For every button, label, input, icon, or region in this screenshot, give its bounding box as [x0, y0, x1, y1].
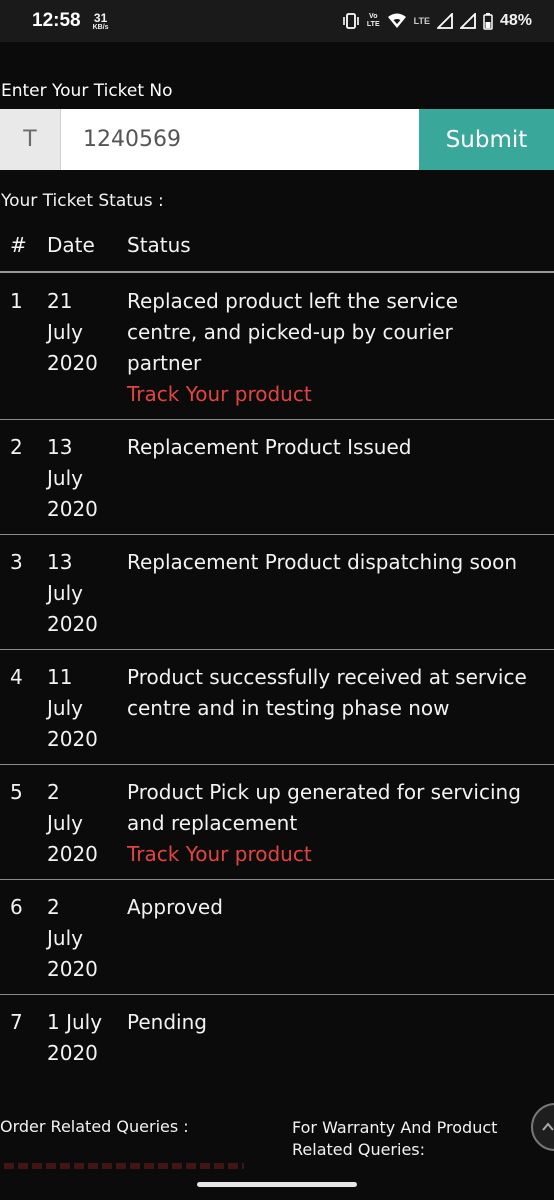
ticket-form: T Submit: [0, 109, 554, 170]
row-number: 7: [10, 1010, 23, 1034]
column-header-status: Status: [127, 233, 191, 257]
row-date: 2 July 2020: [47, 777, 117, 870]
row-date: 21 July 2020: [47, 286, 117, 379]
chevron-up-icon: [542, 1122, 554, 1131]
date-day: 13: [47, 435, 73, 459]
volte-bottom: LTE: [366, 21, 380, 28]
row-status: Product Pick up generated for servicing …: [127, 777, 527, 870]
date-year: 2020: [47, 612, 98, 636]
status-table-header: # Date Status: [0, 224, 554, 273]
status-text: Replacement Product Issued: [127, 435, 412, 459]
row-date: 11 July 2020: [47, 662, 117, 755]
date-day: 2: [47, 780, 60, 804]
row-number: 2: [10, 435, 23, 459]
date-day: 13: [47, 550, 73, 574]
signal-icon: [436, 13, 453, 29]
table-row: 4 11 July 2020 Product successfully rece…: [0, 650, 554, 765]
date-year: 2020: [47, 842, 98, 866]
warranty-queries-heading: For Warranty And Product Related Queries…: [292, 1117, 497, 1161]
battery-percent: 48%: [499, 12, 532, 29]
status-bar: 12:58 31 KB/s Vo LTE LTE 48%: [0, 0, 554, 42]
volte-top: Vo: [369, 13, 378, 20]
row-number: 3: [10, 550, 23, 574]
column-header-date: Date: [47, 233, 95, 257]
column-header-number: #: [10, 233, 27, 257]
row-number: 6: [10, 895, 23, 919]
clock: 12:58: [32, 10, 81, 31]
lte-label: LTE: [413, 16, 430, 26]
date-day: 2: [47, 895, 60, 919]
status-text: Pending: [127, 1010, 207, 1034]
date-day: 1 July: [47, 1010, 103, 1034]
track-product-link[interactable]: Track Your product: [127, 379, 527, 410]
row-status: Pending: [127, 1007, 527, 1038]
track-product-link[interactable]: Track Your product: [127, 839, 527, 870]
ticket-status-heading: Your Ticket Status :: [1, 191, 164, 211]
table-row: 6 2 July 2020 Approved: [0, 880, 554, 995]
table-row: 5 2 July 2020 Product Pick up generated …: [0, 765, 554, 880]
volte-icon: Vo LTE: [367, 13, 380, 29]
scroll-to-top-button[interactable]: [531, 1103, 554, 1151]
date-day: 11: [47, 665, 73, 689]
row-date: 2 July 2020: [47, 892, 117, 985]
network-speed: 31 KB/s: [93, 12, 109, 31]
order-queries-heading: Order Related Queries :: [0, 1117, 189, 1136]
status-text: Approved: [127, 895, 223, 919]
status-text: Replaced product left the service centre…: [127, 289, 459, 375]
table-row: 7 1 July 2020 Pending: [0, 995, 554, 1085]
row-status: Replaced product left the service centre…: [127, 286, 527, 410]
navigation-bar: [0, 1170, 554, 1200]
table-row: 3 13 July 2020 Replacement Product dispa…: [0, 535, 554, 650]
battery-icon: [483, 12, 493, 30]
row-status: Replacement Product Issued: [127, 432, 527, 463]
date-year: 2020: [47, 497, 98, 521]
status-text: Product successfully received at service…: [127, 665, 527, 720]
row-number: 4: [10, 665, 23, 689]
row-date: 13 July 2020: [47, 547, 117, 640]
warranty-queries-line2: Related Queries:: [292, 1140, 426, 1159]
row-number: 1: [10, 289, 23, 313]
home-gesture-handle[interactable]: [197, 1182, 357, 1187]
status-text: Replacement Product dispatching soon: [127, 550, 518, 574]
date-year: 2020: [47, 727, 98, 751]
table-row: 2 13 July 2020 Replacement Product Issue…: [0, 420, 554, 535]
date-year: 2020: [47, 351, 98, 375]
ticket-prefix: T: [0, 109, 61, 170]
date-month: July: [47, 320, 83, 344]
date-month: July: [47, 581, 83, 605]
ticket-number-label: Enter Your Ticket No: [1, 81, 173, 101]
submit-button[interactable]: Submit: [419, 109, 554, 170]
vibrate-icon: [343, 13, 359, 29]
signal-icon-2: [459, 13, 476, 29]
date-month: 2020: [47, 1041, 98, 1065]
status-text: Product Pick up generated for servicing …: [127, 780, 521, 835]
row-date: 13 July 2020: [47, 432, 117, 525]
row-number: 5: [10, 780, 23, 804]
row-status: Replacement Product dispatching soon: [127, 547, 527, 578]
network-speed-value: 31: [93, 10, 108, 25]
cut-off-link: [4, 1163, 244, 1169]
table-row: 1 21 July 2020 Replaced product left the…: [0, 274, 554, 420]
wifi-icon: [387, 13, 406, 28]
warranty-queries-line1: For Warranty And Product: [292, 1118, 498, 1137]
row-date: 1 July 2020: [47, 1007, 117, 1069]
status-icons: Vo LTE LTE 48%: [342, 12, 532, 30]
date-month: July: [47, 696, 83, 720]
date-month: July: [47, 811, 83, 835]
row-status: Approved: [127, 892, 527, 923]
status-table-body: 1 21 July 2020 Replaced product left the…: [0, 274, 554, 1085]
network-speed-unit: KB/s: [92, 23, 109, 31]
date-month: July: [47, 466, 83, 490]
date-day: 21: [47, 289, 73, 313]
date-month: July: [47, 926, 83, 950]
row-status: Product successfully received at service…: [127, 662, 527, 724]
date-year: 2020: [47, 957, 98, 981]
ticket-number-input[interactable]: [61, 109, 419, 170]
